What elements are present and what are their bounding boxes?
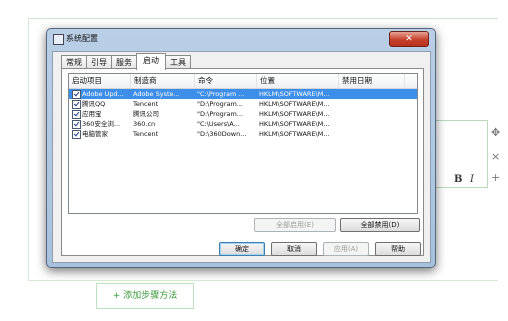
row-item: 腾讯QQ <box>82 100 106 108</box>
enable-all-button[interactable]: 全部启用(E) <box>254 218 336 232</box>
row-item: 电脑管家 <box>82 130 108 138</box>
italic-button[interactable]: I <box>470 174 474 185</box>
row-location: HKLM\SOFTWARE\M... <box>259 90 330 98</box>
column-command[interactable]: 命令 <box>195 74 257 88</box>
tab-general[interactable]: 常规 <box>61 55 87 69</box>
startup-tab-panel: 启动项目 制造商 命令 位置 禁用日期 Adobe Upd... Adobe S… <box>61 68 424 256</box>
column-disabled-date[interactable]: 禁用日期 <box>339 74 405 88</box>
add-step-button[interactable]: + 添加步骤方法 <box>96 283 194 309</box>
tab-services[interactable]: 服务 <box>111 55 137 69</box>
row-manufacturer: 360.cn <box>133 120 156 128</box>
column-startup-item[interactable]: 启动项目 <box>69 74 131 88</box>
row-item: Adobe Upd... <box>82 90 124 98</box>
editor-frame-bottom <box>28 280 498 281</box>
row-manufacturer: Tencent <box>133 100 159 108</box>
delete-icon[interactable]: × <box>491 150 500 163</box>
move-icon[interactable]: ✥ <box>491 126 500 139</box>
row-item: 应用宝 <box>82 110 102 118</box>
title-bar[interactable]: 系统配置 ✕ <box>47 29 435 49</box>
row-item: 360安全浏... <box>82 120 121 128</box>
close-button[interactable]: ✕ <box>389 31 429 47</box>
dialog-client-area: 常规 引导 服务 启动 工具 启动项目 制造商 命令 位置 禁用日期 Adobe… <box>52 51 431 263</box>
row-command: "C:\Program ... <box>197 90 245 98</box>
row-manufacturer: 腾讯公司 <box>133 110 159 118</box>
editor-frame-left <box>28 18 29 280</box>
list-row[interactable]: Adobe Upd... Adobe Syste... "C:\Program … <box>69 89 417 99</box>
editor-frame-top <box>28 18 498 19</box>
list-row[interactable]: 应用宝 腾讯公司 "D:\Program... HKLM\SOFTWARE\M.… <box>69 109 417 119</box>
list-row[interactable]: 电脑管家 Tencent "D:\360Down... HKLM\SOFTWAR… <box>69 129 417 139</box>
bold-button[interactable]: B <box>454 174 462 185</box>
row-location: HKLM\SOFTWARE\M... <box>259 100 330 108</box>
row-disabled-date <box>341 129 403 139</box>
row-location: HKLM\SOFTWARE\M... <box>259 110 330 118</box>
row-command: "D:\Program... <box>197 100 243 108</box>
help-button[interactable]: 帮助 <box>375 242 421 256</box>
row-disabled-date <box>341 99 403 109</box>
row-disabled-date <box>341 89 403 99</box>
window-title: 系统配置 <box>66 34 98 43</box>
list-row[interactable]: 腾讯QQ Tencent "D:\Program... HKLM\SOFTWAR… <box>69 99 417 109</box>
list-header: 启动项目 制造商 命令 位置 禁用日期 <box>69 74 417 89</box>
row-location: HKLM\SOFTWARE\M... <box>259 130 330 138</box>
row-command: "D:\360Down... <box>197 130 247 138</box>
row-manufacturer: Tencent <box>133 130 159 138</box>
row-checkbox[interactable] <box>72 120 81 129</box>
list-row[interactable]: 360安全浏... 360.cn "C:\Users\A... HKLM\SOF… <box>69 119 417 129</box>
row-disabled-date <box>341 109 403 119</box>
column-manufacturer[interactable]: 制造商 <box>131 74 195 88</box>
apply-button[interactable]: 应用(A) <box>323 242 369 256</box>
row-disabled-date <box>341 119 403 129</box>
startup-list[interactable]: 启动项目 制造商 命令 位置 禁用日期 Adobe Upd... Adobe S… <box>68 73 418 214</box>
tab-boot[interactable]: 引导 <box>86 55 112 69</box>
disable-all-button[interactable]: 全部禁用(D) <box>340 218 420 232</box>
row-command: "D:\Program... <box>197 110 243 118</box>
app-icon <box>53 34 64 45</box>
row-location: HKLM\SOFTWARE\M... <box>259 120 330 128</box>
row-checkbox[interactable] <box>72 110 81 119</box>
system-config-window: 系统配置 ✕ 常规 引导 服务 启动 工具 启动项目 制造商 命令 位置 禁用日… <box>46 28 436 268</box>
tab-tools[interactable]: 工具 <box>165 55 191 69</box>
row-checkbox[interactable] <box>72 90 81 99</box>
row-command: "C:\Users\A... <box>197 120 240 128</box>
cancel-button[interactable]: 取消 <box>271 242 317 256</box>
row-checkbox[interactable] <box>72 100 81 109</box>
ok-button[interactable]: 确定 <box>219 242 265 256</box>
row-checkbox[interactable] <box>72 130 81 139</box>
column-location[interactable]: 位置 <box>257 74 339 88</box>
row-manufacturer: Adobe Syste... <box>133 90 180 98</box>
add-icon[interactable]: + <box>491 171 500 184</box>
tab-startup[interactable]: 启动 <box>136 53 166 70</box>
